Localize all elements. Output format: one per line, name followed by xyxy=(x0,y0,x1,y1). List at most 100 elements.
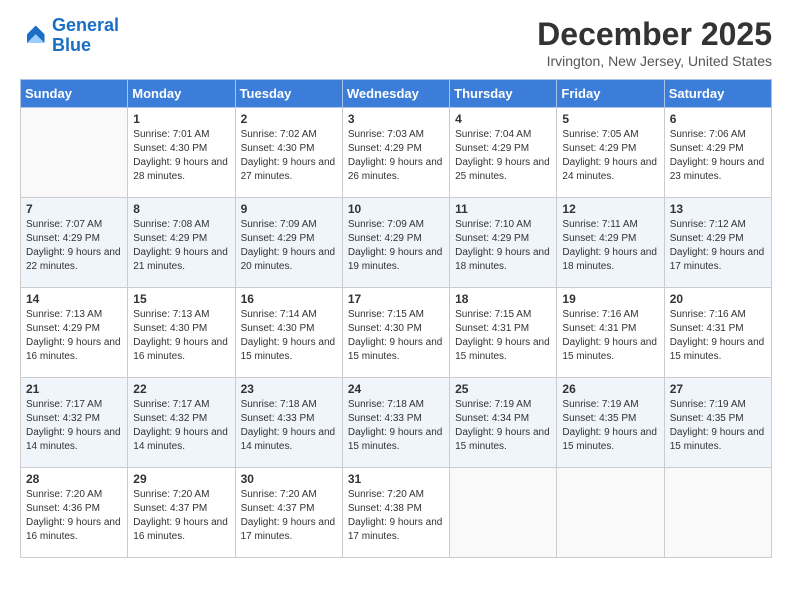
day-number: 14 xyxy=(26,292,122,306)
calendar-cell: 13 Sunrise: 7:12 AMSunset: 4:29 PMDayligh… xyxy=(664,198,771,288)
calendar-cell: 19 Sunrise: 7:16 AMSunset: 4:31 PMDayligh… xyxy=(557,288,664,378)
calendar-body: 1 Sunrise: 7:01 AMSunset: 4:30 PMDaylight… xyxy=(21,108,772,558)
logo-text: General Blue xyxy=(52,16,119,56)
calendar-cell: 2 Sunrise: 7:02 AMSunset: 4:30 PMDaylight… xyxy=(235,108,342,198)
day-number: 22 xyxy=(133,382,229,396)
calendar-cell xyxy=(21,108,128,198)
logo-line1: General xyxy=(52,15,119,35)
title-block: December 2025 Irvington, New Jersey, Uni… xyxy=(537,16,772,69)
calendar-cell: 14Sunrise: 7:13 AMSunset: 4:29 PMDayligh… xyxy=(21,288,128,378)
calendar-header: SundayMondayTuesdayWednesdayThursdayFrid… xyxy=(21,80,772,108)
day-number: 7 xyxy=(26,202,122,216)
day-info: Sunrise: 7:01 AMSunset: 4:30 PMDaylight:… xyxy=(133,128,229,184)
calendar-cell xyxy=(450,468,557,558)
header-day-tuesday: Tuesday xyxy=(235,80,342,108)
calendar-cell: 3Sunrise: 7:03 AMSunset: 4:29 PMDaylight… xyxy=(342,108,449,198)
calendar-cell: 12 Sunrise: 7:11 AMSunset: 4:29 PMDayligh… xyxy=(557,198,664,288)
calendar-cell: 27 Sunrise: 7:19 AMSunset: 4:35 PMDayligh… xyxy=(664,378,771,468)
calendar-cell: 20 Sunrise: 7:16 AMSunset: 4:31 PMDayligh… xyxy=(664,288,771,378)
header-day-sunday: Sunday xyxy=(21,80,128,108)
calendar-cell: 18 Sunrise: 7:15 AMSunset: 4:31 PMDayligh… xyxy=(450,288,557,378)
day-info: Sunrise: 7:18 AMSunset: 4:33 PMDaylight:… xyxy=(241,398,337,454)
calendar-cell: 7 Sunrise: 7:07 AMSunset: 4:29 PMDaylight… xyxy=(21,198,128,288)
day-info: Sunrise: 7:06 AMSunset: 4:29 PMDaylight:… xyxy=(670,128,766,184)
day-info: Sunrise: 7:09 AMSunset: 4:29 PMDaylight:… xyxy=(241,218,337,274)
calendar-cell: 1 Sunrise: 7:01 AMSunset: 4:30 PMDaylight… xyxy=(128,108,235,198)
week-row-3: 21Sunrise: 7:17 AMSunset: 4:32 PMDayligh… xyxy=(21,378,772,468)
day-info: Sunrise: 7:05 AMSunset: 4:29 PMDaylight:… xyxy=(562,128,658,184)
calendar-cell: 23 Sunrise: 7:18 AMSunset: 4:33 PMDayligh… xyxy=(235,378,342,468)
calendar-cell: 6 Sunrise: 7:06 AMSunset: 4:29 PMDaylight… xyxy=(664,108,771,198)
day-number: 21 xyxy=(26,382,122,396)
location: Irvington, New Jersey, United States xyxy=(537,53,772,69)
calendar-cell: 28Sunrise: 7:20 AMSunset: 4:36 PMDayligh… xyxy=(21,468,128,558)
header-day-friday: Friday xyxy=(557,80,664,108)
day-number: 11 xyxy=(455,202,551,216)
header-day-thursday: Thursday xyxy=(450,80,557,108)
day-number: 5 xyxy=(562,112,658,126)
day-number: 9 xyxy=(241,202,337,216)
calendar-cell: 26Sunrise: 7:19 AMSunset: 4:35 PMDayligh… xyxy=(557,378,664,468)
day-info: Sunrise: 7:19 AMSunset: 4:35 PMDaylight:… xyxy=(670,398,766,454)
day-number: 31 xyxy=(348,472,444,486)
day-number: 19 xyxy=(562,292,658,306)
week-row-2: 14Sunrise: 7:13 AMSunset: 4:29 PMDayligh… xyxy=(21,288,772,378)
day-info: Sunrise: 7:11 AMSunset: 4:29 PMDaylight:… xyxy=(562,218,658,274)
day-number: 29 xyxy=(133,472,229,486)
calendar-cell xyxy=(664,468,771,558)
day-info: Sunrise: 7:15 AMSunset: 4:31 PMDaylight:… xyxy=(455,308,551,364)
day-number: 13 xyxy=(670,202,766,216)
day-info: Sunrise: 7:16 AMSunset: 4:31 PMDaylight:… xyxy=(670,308,766,364)
header-day-wednesday: Wednesday xyxy=(342,80,449,108)
day-info: Sunrise: 7:19 AMSunset: 4:35 PMDaylight:… xyxy=(562,398,658,454)
header-row: SundayMondayTuesdayWednesdayThursdayFrid… xyxy=(21,80,772,108)
calendar-cell: 5 Sunrise: 7:05 AMSunset: 4:29 PMDaylight… xyxy=(557,108,664,198)
day-number: 10 xyxy=(348,202,444,216)
header-day-monday: Monday xyxy=(128,80,235,108)
calendar-table: SundayMondayTuesdayWednesdayThursdayFrid… xyxy=(20,79,772,558)
day-number: 18 xyxy=(455,292,551,306)
day-info: Sunrise: 7:09 AMSunset: 4:29 PMDaylight:… xyxy=(348,218,444,274)
calendar-cell: 29 Sunrise: 7:20 AMSunset: 4:37 PMDayligh… xyxy=(128,468,235,558)
day-info: Sunrise: 7:16 AMSunset: 4:31 PMDaylight:… xyxy=(562,308,658,364)
day-number: 25 xyxy=(455,382,551,396)
page-header: General Blue December 2025 Irvington, Ne… xyxy=(20,16,772,69)
day-number: 16 xyxy=(241,292,337,306)
calendar-cell: 4Sunrise: 7:04 AMSunset: 4:29 PMDaylight… xyxy=(450,108,557,198)
calendar-cell: 8Sunrise: 7:08 AMSunset: 4:29 PMDaylight… xyxy=(128,198,235,288)
day-number: 27 xyxy=(670,382,766,396)
calendar-cell: 11 Sunrise: 7:10 AMSunset: 4:29 PMDayligh… xyxy=(450,198,557,288)
day-number: 23 xyxy=(241,382,337,396)
day-number: 6 xyxy=(670,112,766,126)
day-number: 1 xyxy=(133,112,229,126)
day-number: 2 xyxy=(241,112,337,126)
week-row-4: 28Sunrise: 7:20 AMSunset: 4:36 PMDayligh… xyxy=(21,468,772,558)
day-number: 12 xyxy=(562,202,658,216)
day-info: Sunrise: 7:14 AMSunset: 4:30 PMDaylight:… xyxy=(241,308,337,364)
day-info: Sunrise: 7:20 AMSunset: 4:38 PMDaylight:… xyxy=(348,488,444,544)
day-info: Sunrise: 7:20 AMSunset: 4:37 PMDaylight:… xyxy=(133,488,229,544)
calendar-cell: 17 Sunrise: 7:15 AMSunset: 4:30 PMDayligh… xyxy=(342,288,449,378)
day-number: 20 xyxy=(670,292,766,306)
day-info: Sunrise: 7:20 AMSunset: 4:36 PMDaylight:… xyxy=(26,488,122,544)
calendar-cell: 10 Sunrise: 7:09 AMSunset: 4:29 PMDayligh… xyxy=(342,198,449,288)
day-info: Sunrise: 7:12 AMSunset: 4:29 PMDaylight:… xyxy=(670,218,766,274)
day-info: Sunrise: 7:15 AMSunset: 4:30 PMDaylight:… xyxy=(348,308,444,364)
logo-line2: Blue xyxy=(52,35,91,55)
calendar-cell: 16 Sunrise: 7:14 AMSunset: 4:30 PMDayligh… xyxy=(235,288,342,378)
day-info: Sunrise: 7:10 AMSunset: 4:29 PMDaylight:… xyxy=(455,218,551,274)
day-number: 30 xyxy=(241,472,337,486)
day-number: 3 xyxy=(348,112,444,126)
week-row-0: 1 Sunrise: 7:01 AMSunset: 4:30 PMDaylight… xyxy=(21,108,772,198)
calendar-cell: 30Sunrise: 7:20 AMSunset: 4:37 PMDayligh… xyxy=(235,468,342,558)
day-info: Sunrise: 7:02 AMSunset: 4:30 PMDaylight:… xyxy=(241,128,337,184)
day-number: 24 xyxy=(348,382,444,396)
day-number: 17 xyxy=(348,292,444,306)
calendar-cell: 24 Sunrise: 7:18 AMSunset: 4:33 PMDayligh… xyxy=(342,378,449,468)
day-info: Sunrise: 7:18 AMSunset: 4:33 PMDaylight:… xyxy=(348,398,444,454)
month-title: December 2025 xyxy=(537,16,772,53)
calendar-cell: 31 Sunrise: 7:20 AMSunset: 4:38 PMDayligh… xyxy=(342,468,449,558)
day-info: Sunrise: 7:04 AMSunset: 4:29 PMDaylight:… xyxy=(455,128,551,184)
day-info: Sunrise: 7:07 AMSunset: 4:29 PMDaylight:… xyxy=(26,218,122,274)
logo: General Blue xyxy=(20,16,119,56)
